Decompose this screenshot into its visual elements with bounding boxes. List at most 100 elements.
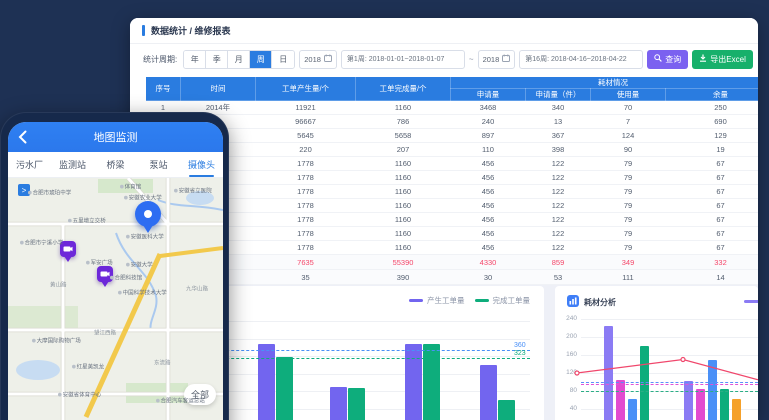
period-option-年[interactable]: 年 [184,51,206,68]
back-icon[interactable] [18,130,27,149]
map-label: 安徽省体育中心 [58,390,101,398]
table-cell: 1778 [256,157,356,171]
bar-series-blue [628,399,637,420]
table-cell: 79 [591,171,666,185]
phone-screen: 地图监测 污水厂监测站桥梁泵站摄像头 [8,122,223,420]
table-cell: 19 [666,143,759,157]
table-cell: 122 [526,157,591,171]
bar-series-green [640,346,649,420]
y-axis-tick: 160 [561,351,577,358]
period-option-日[interactable]: 日 [272,51,294,68]
table-cell: 13 [526,115,591,129]
filter-bar: 统计周期: 年季月周日 2018 第1周: 2018-01-01~2018-01… [130,44,758,74]
map-label: 合肥科技馆 [110,273,142,281]
table-row: 177811604561227967 [146,171,759,185]
export-excel-button[interactable]: 导出Excel [692,50,753,69]
tab-桥梁[interactable]: 桥梁 [94,152,137,177]
breadcrumb-accent [142,25,145,36]
group-header: 耗材情况 [451,77,759,89]
table-cell: 340 [526,101,591,115]
total-row: 合计7635553904330859349332 [146,255,759,270]
reference-line [581,384,758,385]
table-cell: 30 [451,270,526,285]
y-axis-tick: 200 [561,333,577,340]
average-row: 平均值35390305311114 [146,270,759,285]
table-cell: 11921 [256,101,356,115]
table-cell: 1778 [256,171,356,185]
bar-series-purple [604,326,613,420]
period-option-周[interactable]: 周 [250,51,272,68]
bar-完成工单量 [423,344,440,420]
map-label: 九华山路 [186,284,208,292]
consumable-chart-legend-swatch [744,300,758,303]
map-view[interactable]: > 全部 合肥市琥珀中学体育馆安徽农业大学安徽省立医院五里墩立交桥合肥市宁溪小学… [8,178,223,420]
bar-产生工单量 [258,344,275,420]
table-cell: 859 [526,255,591,270]
bar-series-purple [684,381,693,420]
table-cell: 67 [666,241,759,255]
table-cell: 367 [526,129,591,143]
bar-series-orange [732,399,741,420]
table-cell: 240 [451,115,526,129]
range-separator: ~ [469,55,474,64]
table-cell: 3468 [451,101,526,115]
table-cell: 690 [666,115,759,129]
reference-line [581,391,758,392]
breadcrumb-bar: 数据统计 / 维修报表 [130,18,758,44]
range-start-input[interactable]: 第1周: 2018-01-01~2018-01-07 [341,50,465,69]
tab-泵站[interactable]: 泵站 [137,152,180,177]
table-cell: 122 [526,185,591,199]
table-cell: 5658 [356,129,451,143]
col-header: 序号 [146,77,181,101]
y-axis-tick: 80 [561,387,577,394]
table-cell: 456 [451,171,526,185]
table-cell: 111 [591,270,666,285]
table-cell: 124 [591,129,666,143]
tab-污水厂[interactable]: 污水厂 [8,152,51,177]
year-start-select[interactable]: 2018 [299,50,337,69]
sub-col-header: 使用量 [591,89,666,101]
legend-swatch [475,299,489,302]
period-label: 统计周期: [143,54,177,65]
table-cell: 79 [591,185,666,199]
table-cell: 1778 [256,213,356,227]
legend-item: 产生工单量 [409,295,465,306]
screenshot-stage: 数据统计 / 维修报表 统计周期: 年季月周日 2018 第1周: 2018-0… [0,0,769,420]
map-label: 红星美凯龙 [72,362,104,370]
period-option-月[interactable]: 月 [228,51,250,68]
phone-tabs: 污水厂监测站桥梁泵站摄像头 [8,152,223,178]
phone-mockup: 地图监测 污水厂监测站桥梁泵站摄像头 [0,112,229,420]
sub-col-header: 申请量 [451,89,526,101]
table-cell: 456 [451,185,526,199]
table-cell: 122 [526,241,591,255]
table-cell: 7635 [256,255,356,270]
consumable-chart-title: 耗材分析 [584,297,616,308]
bar-完成工单量 [276,357,293,420]
table-cell: 398 [526,143,591,157]
calendar-icon [324,54,332,64]
bar-series-green [720,389,729,420]
table-cell: 110 [451,143,526,157]
table-cell: 1778 [256,199,356,213]
table-row: 56455658897367124129 [146,129,759,143]
year-end-select[interactable]: 2018 [478,50,516,69]
chart-icon [567,295,579,307]
table-row: 177811604561227967 [146,241,759,255]
table-cell: 456 [451,227,526,241]
period-option-季[interactable]: 季 [206,51,228,68]
table-row: 177811604561227967 [146,199,759,213]
tab-监测站[interactable]: 监测站 [51,152,94,177]
table-cell: 122 [526,227,591,241]
map-label: 大摩国际购物广场 [32,336,81,344]
tab-摄像头[interactable]: 摄像头 [180,152,223,177]
sub-col-header: 申请量（件） [526,89,591,101]
table-cell: 79 [591,227,666,241]
query-button[interactable]: 查询 [647,50,688,69]
bar-产生工单量 [330,387,347,420]
table-cell: 1160 [356,101,451,115]
range-end-input[interactable]: 第16周: 2018-04-16~2018-04-22 [519,50,643,69]
table-cell: 70 [591,101,666,115]
reference-label: 323 [514,350,526,357]
table-cell: 67 [666,227,759,241]
selected-camera-pin[interactable] [135,201,161,227]
